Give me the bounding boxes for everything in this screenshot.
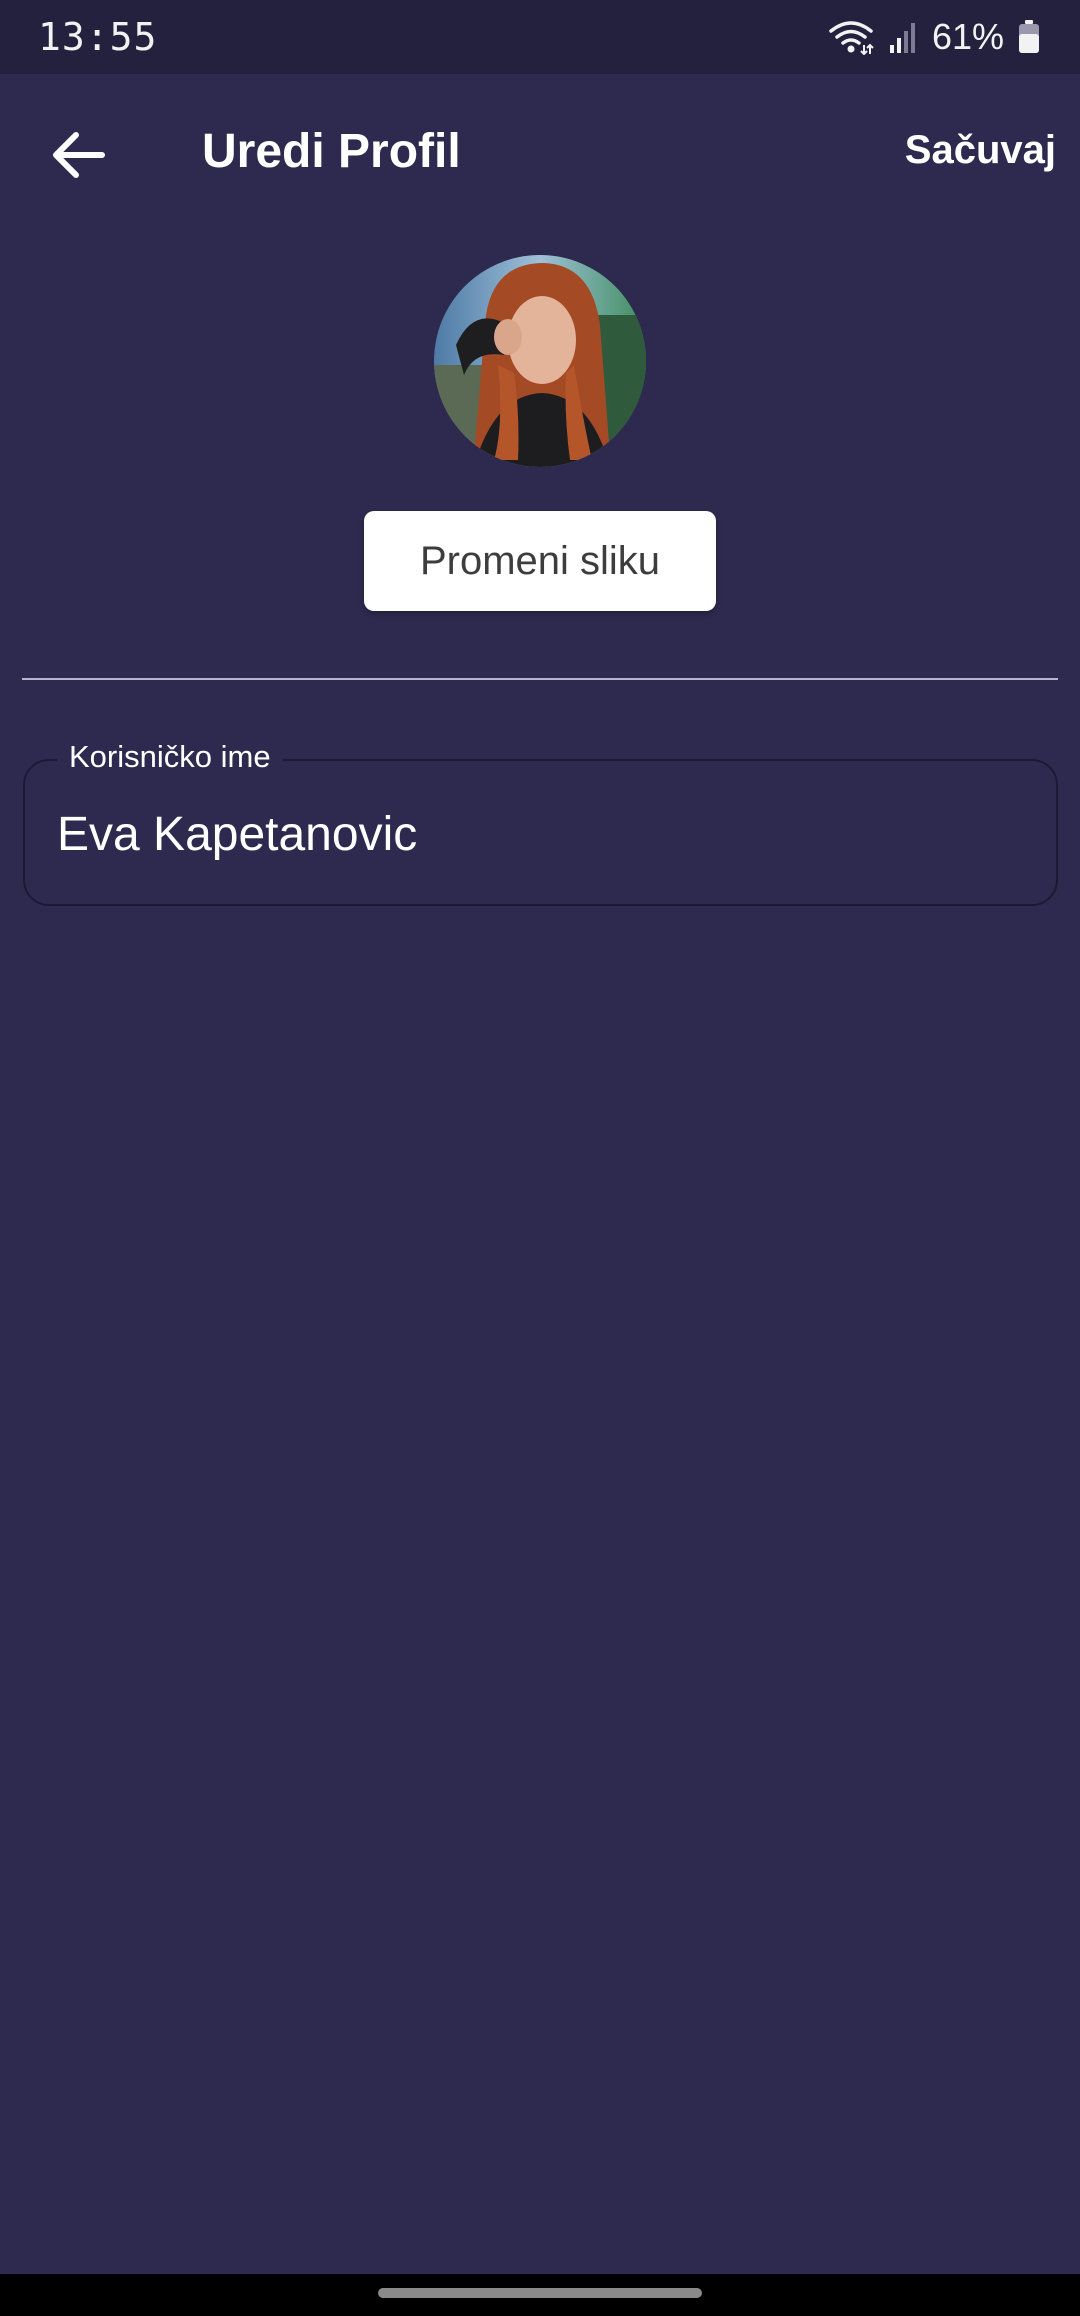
username-field[interactable]: Korisničko ime xyxy=(23,739,1058,906)
divider xyxy=(22,678,1058,680)
status-time: 13:55 xyxy=(38,15,158,59)
battery-icon xyxy=(1018,20,1040,54)
edit-profile-screen: 13:55 61% Uredi Profil Sačuvaj Promeni s… xyxy=(0,0,1080,2316)
status-bar: 13:55 61% xyxy=(0,0,1080,74)
back-button[interactable] xyxy=(38,120,118,190)
app-bar: Uredi Profil Sačuvaj xyxy=(0,74,1080,234)
save-button[interactable]: Sačuvaj xyxy=(905,128,1056,173)
avatar[interactable] xyxy=(434,255,646,467)
status-icons: 61% xyxy=(828,16,1040,58)
page-title: Uredi Profil xyxy=(202,125,461,178)
system-nav-bar xyxy=(0,2274,1080,2316)
signal-icon xyxy=(888,21,918,53)
profile-photo xyxy=(434,255,646,467)
home-indicator[interactable] xyxy=(378,2288,702,2298)
arrow-left-icon xyxy=(53,132,105,178)
wifi-icon xyxy=(828,19,874,55)
change-photo-button[interactable]: Promeni sliku xyxy=(364,511,716,611)
username-input[interactable] xyxy=(57,799,1017,869)
username-label: Korisničko ime xyxy=(57,739,283,775)
battery-percent: 61% xyxy=(931,16,1004,57)
